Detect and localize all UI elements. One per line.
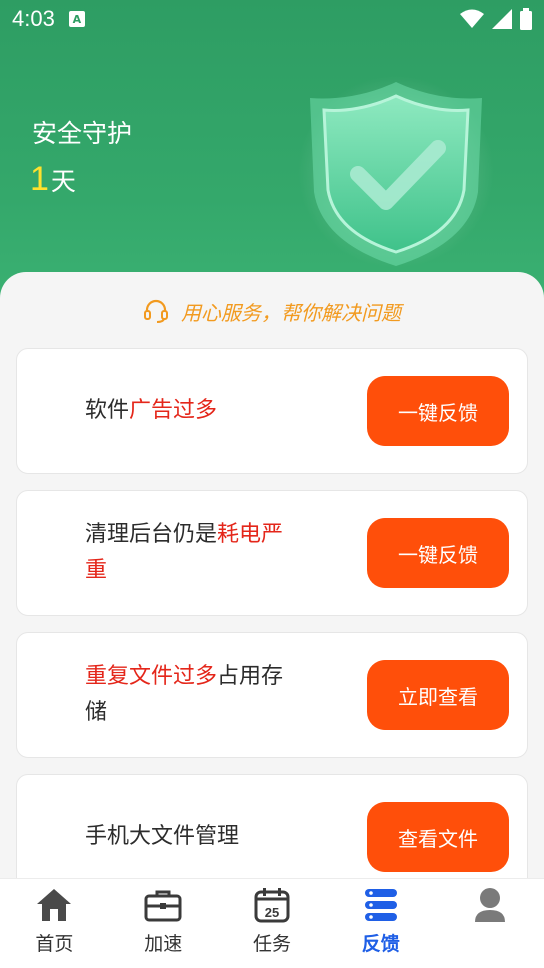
home-icon: [34, 885, 74, 925]
guard-days: 1 天: [30, 160, 76, 199]
view-now-button[interactable]: 立即查看: [367, 660, 509, 730]
user-icon: [470, 885, 510, 925]
signal-icon: [492, 9, 512, 29]
card-text: 手机大文件管理: [85, 819, 295, 855]
tab-profile[interactable]: [435, 879, 544, 968]
briefcase-icon: [143, 885, 183, 925]
feedback-card-battery: 清理后台仍是耗电严重 一键反馈: [16, 490, 528, 616]
view-files-button[interactable]: 查看文件: [367, 802, 509, 872]
feedback-card-ads: 软件广告过多 一键反馈: [16, 348, 528, 474]
headset-icon: [143, 299, 169, 323]
wifi-icon: [460, 9, 484, 28]
status-time: 4:03: [12, 6, 55, 31]
status-icons: [460, 8, 532, 30]
calendar-day: 25: [265, 905, 279, 920]
notification-a-icon: A: [68, 11, 85, 27]
tab-speedup[interactable]: 加速: [109, 879, 218, 968]
duplicate-files-card: 重复文件过多占用存储 立即查看: [16, 632, 528, 758]
card-text-normal: 清理后台仍是: [85, 522, 218, 547]
battery-icon: [520, 8, 532, 30]
one-click-feedback-button[interactable]: 一键反馈: [367, 518, 509, 588]
guard-days-number: 1: [30, 160, 49, 198]
tab-label: 任务: [252, 933, 291, 955]
card-text-highlight: 广告过多: [129, 398, 218, 423]
calendar-icon: 25: [252, 885, 292, 925]
guard-days-unit: 天: [50, 167, 76, 196]
tab-label: 加速: [144, 933, 183, 955]
tab-tasks[interactable]: 25 任务: [218, 879, 327, 968]
card-text: 清理后台仍是耗电严重: [85, 517, 295, 589]
tab-home[interactable]: 首页: [0, 879, 109, 968]
card-text: 软件广告过多: [85, 393, 295, 429]
bottom-tab-bar: 首页 加速 25 任务 反馈: [0, 878, 544, 968]
tab-label: 首页: [35, 933, 74, 955]
guard-title: 安全守护: [32, 119, 133, 148]
slogan: 用心服务，帮你解决问题: [0, 296, 544, 326]
shield-icon: [298, 76, 494, 268]
slogan-text: 用心服务，帮你解决问题: [181, 300, 401, 325]
tab-label: 反馈: [361, 933, 400, 955]
status-bar: 4:03 A: [0, 0, 544, 38]
tab-feedback[interactable]: 反馈: [326, 879, 435, 968]
card-text-normal: 手机大文件管理: [85, 824, 240, 849]
card-text-normal: 软件: [85, 398, 130, 423]
one-click-feedback-button[interactable]: 一键反馈: [367, 376, 509, 446]
server-icon: [361, 885, 401, 925]
card-text-highlight: 重复文件过多: [85, 664, 218, 689]
card-text: 重复文件过多占用存储: [85, 659, 295, 731]
